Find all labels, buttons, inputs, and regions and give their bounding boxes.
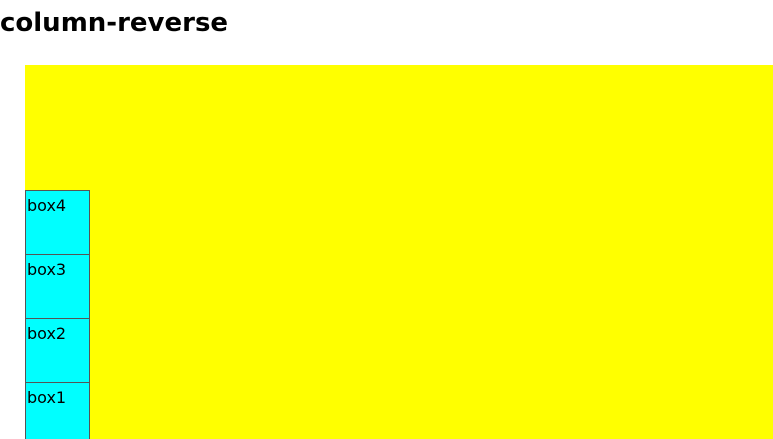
box-1: box1 <box>25 382 90 439</box>
page-title: column-reverse <box>0 8 229 38</box>
box-2: box2 <box>25 318 90 383</box>
box-3: box3 <box>25 254 90 319</box>
flex-container: box1 box2 box3 box4 <box>25 65 773 439</box>
box-4: box4 <box>25 190 90 255</box>
